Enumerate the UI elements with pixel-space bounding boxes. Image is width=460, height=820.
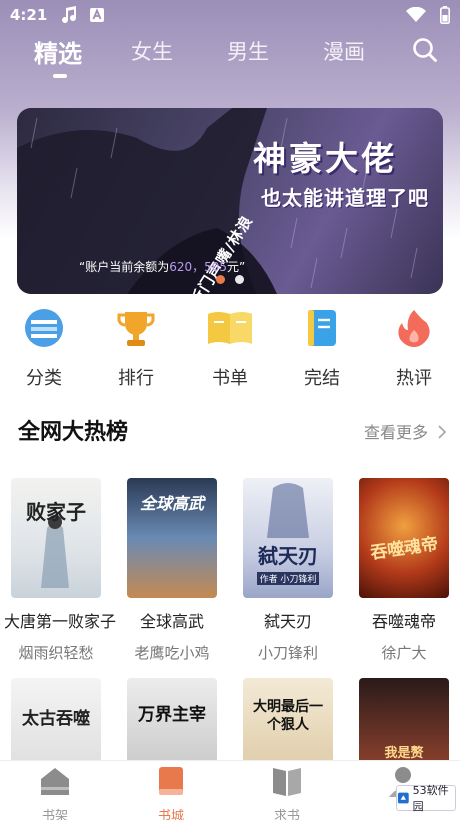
category-icon: [25, 309, 63, 347]
quote-prefix: “账户当前余额为: [79, 260, 170, 274]
bookshelf-icon: [41, 768, 69, 795]
book-author: 烟雨织轻愁: [18, 644, 94, 662]
battery-icon: [440, 6, 450, 24]
see-more-label: 查看更多: [364, 423, 429, 442]
category-label: 完结: [304, 368, 340, 389]
category-label: 分类: [26, 368, 62, 389]
search-icon[interactable]: [412, 37, 438, 63]
cover-title: 败家子: [26, 500, 86, 524]
music-note-icon: [62, 6, 77, 24]
book-cover: 败家子: [11, 478, 101, 598]
banner-dot-2[interactable]: [235, 275, 244, 284]
tab-label: 书城: [157, 809, 184, 820]
banner-pagination: [17, 275, 443, 284]
open-book-icon: [273, 768, 301, 796]
category-hot-comments[interactable]: 热评: [374, 308, 454, 390]
cover-title: 万界主宰: [138, 705, 206, 725]
book-title: 大唐第一败家子: [4, 612, 117, 631]
banner-quote: “账户当前余额为620，505元”: [79, 258, 245, 275]
chevron-right-icon: [438, 425, 447, 439]
book-cover: 吞噬魂帝: [359, 478, 449, 598]
site-watermark: 53软件园: [396, 784, 456, 813]
book-list-icon: [208, 312, 252, 344]
cover-title: 太古吞噬: [22, 709, 90, 729]
cover-caption: 作者 小刀锋利: [257, 572, 319, 585]
book-title: 弑天刃: [263, 612, 312, 631]
bookstore-icon: [159, 767, 183, 795]
book-author: 小刀锋利: [257, 644, 318, 662]
active-tab-indicator: [53, 74, 67, 78]
banner-subtitle: 也太能讲道理了吧: [261, 186, 429, 210]
trophy-icon: [117, 312, 155, 346]
hot-comment-icon: [398, 310, 430, 347]
category-finished[interactable]: 完结: [282, 308, 362, 390]
banner-title: 神豪大佬: [253, 139, 397, 178]
see-more-link[interactable]: 查看更多: [364, 419, 447, 443]
category-ranking[interactable]: 排行: [96, 308, 176, 390]
tab-request-book[interactable]: 求书: [247, 765, 327, 820]
book-author: 徐广大: [381, 644, 427, 662]
cover-title: 全球高武: [139, 494, 204, 513]
category-label: 热评: [396, 368, 432, 389]
tab-female[interactable]: 女生: [124, 36, 180, 66]
watermark-logo-icon: [397, 792, 409, 804]
category-booklist[interactable]: 书单: [190, 308, 270, 390]
category-label: 排行: [118, 368, 154, 389]
tab-comics[interactable]: 漫画: [316, 36, 372, 66]
tab-bookstore[interactable]: 书城: [131, 765, 211, 820]
quote-suffix: 元”: [227, 260, 246, 274]
tab-male[interactable]: 男生: [220, 36, 276, 66]
cover-title: 我是赘: [384, 746, 424, 761]
category-classify[interactable]: 分类: [4, 308, 84, 390]
book-card[interactable]: 弑天刃 作者 小刀锋利 弑天刃 小刀锋利: [236, 478, 340, 663]
banner-dot-1[interactable]: [216, 275, 225, 284]
book-card[interactable]: 败家子 大唐第一败家子 烟雨织轻愁: [4, 478, 117, 663]
quote-amount: 620，505: [169, 260, 228, 274]
section-title-hot-list: 全网大热榜: [18, 420, 129, 445]
book-author: 老鹰吃小鸡: [134, 644, 210, 662]
tab-label: 书架: [41, 809, 68, 820]
wifi-icon: [406, 7, 426, 22]
book-title: 吞噬魂帝: [371, 612, 436, 631]
notification-a-icon: [90, 8, 105, 22]
cover-title: 大明最后一个狠人: [253, 699, 323, 733]
cover-title: 吞噬魂帝: [369, 534, 440, 564]
category-label: 书单: [212, 368, 248, 389]
book-card[interactable]: 吞噬魂帝 吞噬魂帝 徐广大: [352, 478, 456, 663]
book-card[interactable]: 全球高武 全球高武 老鹰吃小鸡: [120, 478, 224, 663]
book-cover: 弑天刃 作者 小刀锋利: [243, 478, 333, 598]
tab-featured[interactable]: 精选: [28, 34, 88, 69]
watermark-text: 53软件园: [412, 784, 449, 813]
status-bar: 4:21: [0, 0, 460, 30]
status-time: 4:21: [10, 6, 48, 24]
tab-label: 求书: [273, 809, 300, 820]
book-cover: 全球高武: [127, 478, 217, 598]
cover-title: 弑天刃: [258, 544, 318, 568]
book-title: 全球高武: [139, 612, 204, 631]
tab-bookshelf[interactable]: 书架: [15, 765, 95, 820]
promo-banner[interactable]: 神豪大佬 也太能讲道理了吧 听门声嘴/林浪 “账户当前余额为620，505元”: [17, 108, 443, 294]
finished-book-icon: [308, 310, 336, 346]
bottom-tab-bar: 书架 书城 求书: [0, 760, 460, 820]
top-nav: 精选 女生 男生 漫画: [0, 30, 460, 80]
category-shortcuts: 分类 排行 书单 完结 热评: [0, 308, 460, 390]
